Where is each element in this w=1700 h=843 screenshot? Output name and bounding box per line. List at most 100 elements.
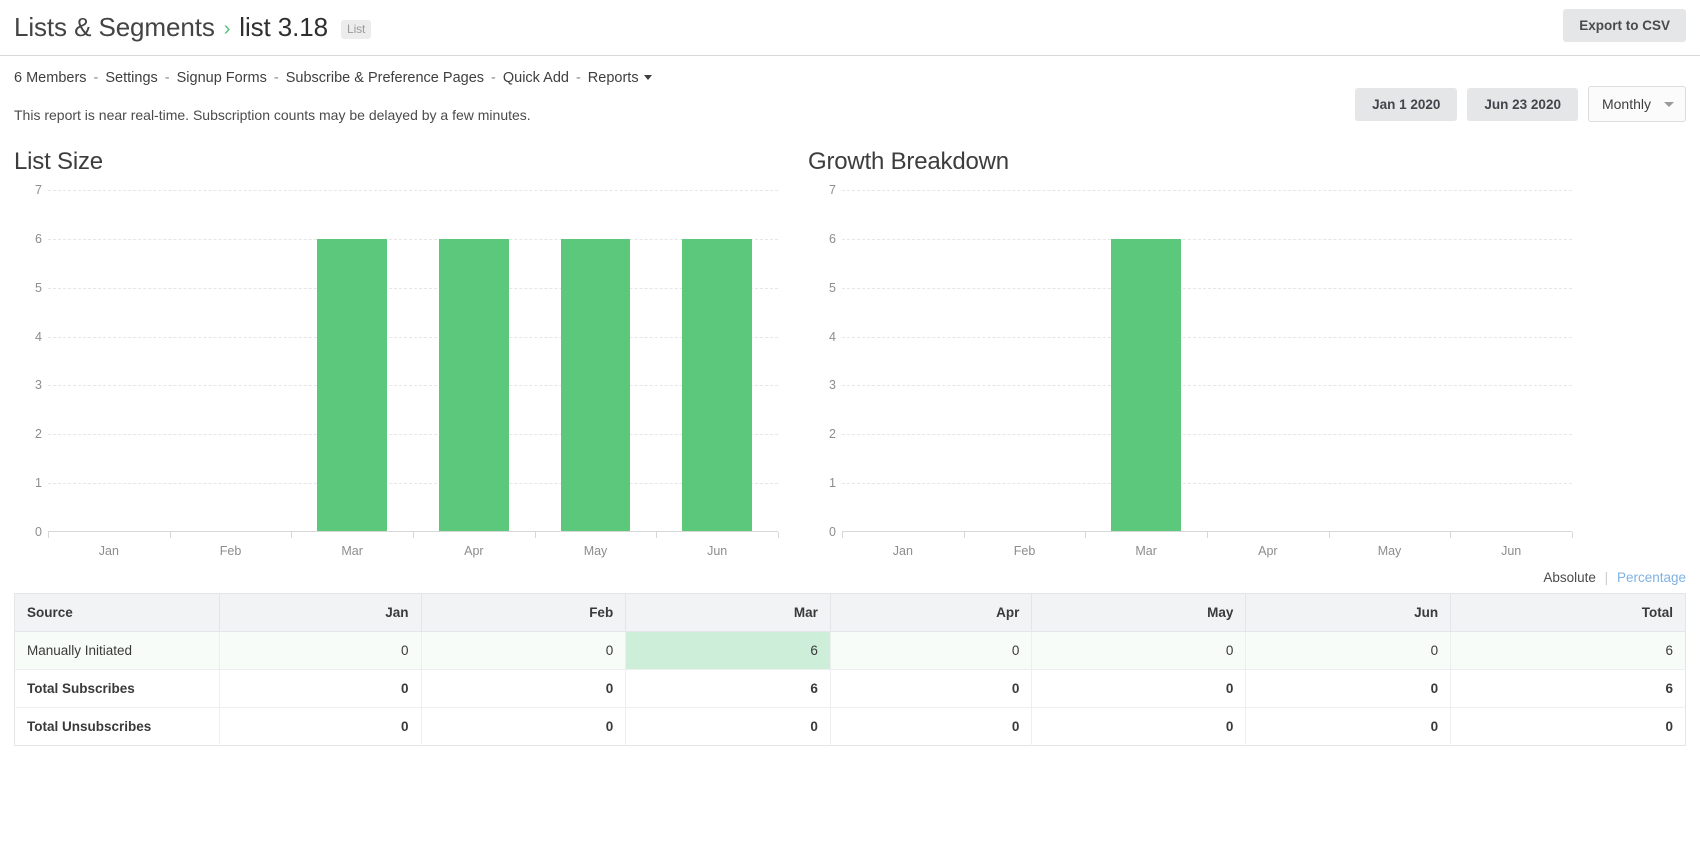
chevron-down-icon[interactable] (644, 75, 652, 80)
x-axis-tick (842, 532, 843, 538)
table-cell-value: 0 (1246, 708, 1451, 746)
y-axis-tick-label: 1 (808, 476, 836, 490)
gridline (48, 337, 778, 338)
table-cell-value: 0 (1032, 632, 1246, 670)
bar[interactable] (682, 239, 751, 532)
gridline (842, 288, 1572, 289)
y-axis-tick-label: 2 (14, 427, 42, 441)
breadcrumb-current: list 3.18 (239, 12, 328, 43)
chart-title: Growth Breakdown (808, 148, 1586, 176)
y-axis-tick-label: 0 (14, 525, 42, 539)
report-controls: Jan 1 2020 Jun 23 2020 Monthly (1355, 86, 1686, 122)
x-axis-tick-label: Mar (341, 544, 363, 558)
gridline (48, 288, 778, 289)
start-date-button[interactable]: Jan 1 2020 (1355, 88, 1457, 121)
export-to-csv-button[interactable]: Export to CSV (1563, 9, 1686, 42)
bar[interactable] (561, 239, 630, 532)
table-cell-value: 0 (830, 670, 1031, 708)
table-cell-value: 6 (1451, 632, 1686, 670)
subnav-item-signup-forms[interactable]: Signup Forms (177, 70, 267, 86)
x-axis-tick-label: Feb (1014, 544, 1036, 558)
gridline (842, 239, 1572, 240)
chevron-right-icon: › (224, 19, 231, 39)
table-column-header: Apr (830, 594, 1031, 632)
x-axis-tick (291, 532, 292, 538)
table-cell-value: 0 (1032, 670, 1246, 708)
x-axis-tick-label: Mar (1135, 544, 1157, 558)
realtime-notice: This report is near real-time. Subscript… (14, 107, 531, 123)
subnav-item-members[interactable]: 6 Members (14, 70, 87, 86)
y-axis-tick-label: 0 (808, 525, 836, 539)
table-column-header: Mar (626, 594, 831, 632)
toggle-percentage[interactable]: Percentage (1617, 570, 1686, 585)
gridline (842, 337, 1572, 338)
x-axis-tick-label: Jan (99, 544, 119, 558)
x-axis-tick-label: Apr (464, 544, 483, 558)
chart-list-size: List Size 01234567JanFebMarAprMayJun (14, 140, 792, 560)
table-cell-value: 0 (220, 708, 422, 746)
gridline (48, 385, 778, 386)
y-axis-tick-label: 7 (808, 183, 836, 197)
table-cell-value: 0 (220, 632, 422, 670)
x-axis-tick (1572, 532, 1573, 538)
bar[interactable] (1111, 239, 1180, 532)
x-axis-tick (1207, 532, 1208, 538)
x-axis-tick (964, 532, 965, 538)
charts-section: List Size 01234567JanFebMarAprMayJun Gro… (0, 130, 1700, 560)
table-cell-value: 0 (830, 632, 1031, 670)
chart-growth-breakdown: Growth Breakdown 01234567JanFebMarAprMay… (808, 140, 1586, 560)
table-header-row: SourceJanFebMarAprMayJunTotal (15, 594, 1686, 632)
y-axis-tick-label: 2 (808, 427, 836, 441)
gridline (48, 190, 778, 191)
toggle-absolute[interactable]: Absolute (1543, 570, 1596, 585)
gridline (48, 239, 778, 240)
y-axis-tick-label: 5 (14, 281, 42, 295)
x-axis-tick (778, 532, 779, 538)
x-axis-tick (48, 532, 49, 538)
y-axis-tick-label: 7 (14, 183, 42, 197)
table-column-header: May (1032, 594, 1246, 632)
y-axis-tick-label: 1 (14, 476, 42, 490)
x-axis-tick-label: Jun (1501, 544, 1521, 558)
bar[interactable] (317, 239, 386, 532)
x-axis-tick-label: May (584, 544, 608, 558)
table-cell-value: 6 (626, 632, 831, 670)
absolute-percentage-toggle: Absolute | Percentage (14, 570, 1686, 585)
interval-select-value: Monthly (1602, 96, 1651, 112)
subnav-separator: - (158, 70, 177, 86)
plot-area: 01234567 (842, 190, 1572, 532)
subnav-item-settings[interactable]: Settings (105, 70, 157, 86)
subnav-item-reports[interactable]: Reports (588, 70, 639, 86)
interval-select[interactable]: Monthly (1588, 86, 1686, 122)
x-axis-tick (413, 532, 414, 538)
breadcrumb-root-link[interactable]: Lists & Segments (14, 12, 215, 43)
toggle-divider: | (1600, 570, 1614, 585)
table-row: Manually Initiated0060006 (15, 632, 1686, 670)
table-column-header: Jun (1246, 594, 1451, 632)
chevron-down-icon (1664, 102, 1674, 107)
subnav-item-subscribe-preference-pages[interactable]: Subscribe & Preference Pages (286, 70, 484, 86)
x-axis-tick (170, 532, 171, 538)
y-axis-tick-label: 4 (808, 330, 836, 344)
x-axis-tick (535, 532, 536, 538)
bar[interactable] (439, 239, 508, 532)
table-cell-value: 6 (1451, 670, 1686, 708)
y-axis-tick-label: 6 (14, 232, 42, 246)
subnav-separator: - (267, 70, 286, 86)
table-column-header: Jan (220, 594, 422, 632)
subnav-item-quick-add[interactable]: Quick Add (503, 70, 569, 86)
breadcrumb: Lists & Segments › list 3.18 List (14, 12, 371, 43)
table-header: SourceJanFebMarAprMayJunTotal (15, 594, 1686, 632)
x-axis-tick-label: Feb (220, 544, 242, 558)
bar-chart-plot: 01234567JanFebMarAprMayJun (808, 190, 1586, 560)
table-cell-value: 0 (626, 708, 831, 746)
x-axis-tick (1085, 532, 1086, 538)
table-cell-value: 6 (626, 670, 831, 708)
table-cell-value: 0 (1032, 708, 1246, 746)
top-header: Lists & Segments › list 3.18 List Export… (0, 0, 1700, 55)
end-date-button[interactable]: Jun 23 2020 (1467, 88, 1578, 121)
plot-area: 01234567 (48, 190, 778, 532)
gridline (842, 190, 1572, 191)
table-body: Manually Initiated0060006Total Subscribe… (15, 632, 1686, 746)
gridline (48, 434, 778, 435)
